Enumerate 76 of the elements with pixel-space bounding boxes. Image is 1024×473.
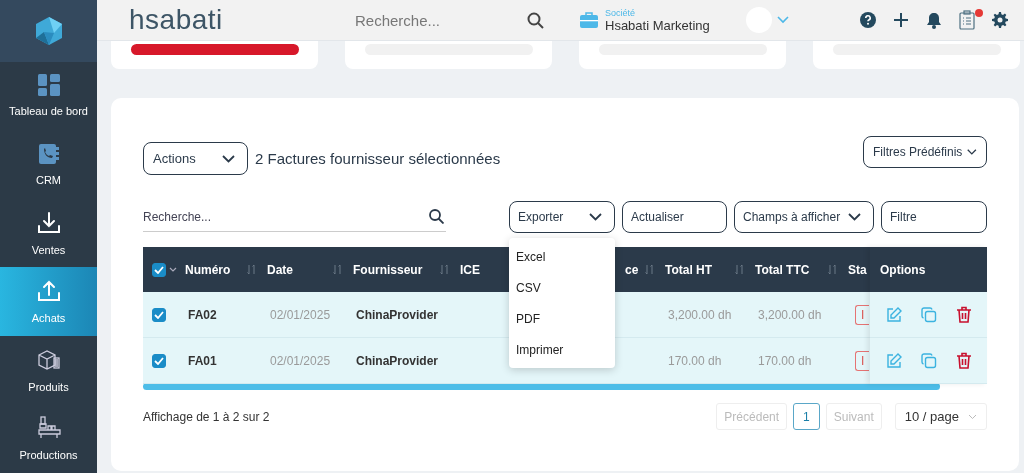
- dropdown-button[interactable]: Champs à afficher: [734, 201, 874, 233]
- actions-dropdown[interactable]: Actions: [143, 142, 248, 175]
- status-badge: I: [855, 304, 870, 325]
- table-cell: 3,200.00 dh: [750, 292, 843, 338]
- toolbar-button[interactable]: Actualiser: [622, 201, 727, 233]
- chevron-down-icon: [968, 413, 977, 420]
- search-icon[interactable]: [527, 11, 544, 29]
- chevron-down-icon: [967, 148, 977, 156]
- edit-icon[interactable]: [886, 352, 902, 369]
- checkbox[interactable]: [152, 353, 166, 368]
- table-cell: ChinaProvider: [348, 338, 455, 384]
- chevron-down-icon[interactable]: [777, 16, 789, 24]
- menu-item[interactable]: Imprimer: [509, 334, 615, 365]
- horizontal-scrollbar[interactable]: [143, 383, 940, 390]
- sidebar-item[interactable]: Tableau de bord: [0, 61, 97, 131]
- plus-icon[interactable]: [893, 12, 909, 28]
- checkbox[interactable]: [152, 307, 166, 322]
- column-header[interactable]: Total TTC: [750, 247, 843, 292]
- briefcase-icon: [580, 12, 598, 28]
- search-field[interactable]: Recherche...: [353, 10, 527, 30]
- toolbar-button[interactable]: Filtre: [881, 201, 987, 233]
- column-header: Options: [870, 247, 987, 292]
- menu-item[interactable]: CSV: [509, 272, 615, 303]
- caret-icon[interactable]: [169, 267, 177, 272]
- column-header[interactable]: Sta: [843, 247, 870, 292]
- company-label: Société: [605, 7, 637, 18]
- search-icon[interactable]: [429, 209, 444, 224]
- clipboard-icon[interactable]: [959, 10, 975, 30]
- copy-icon[interactable]: [921, 352, 937, 369]
- copy-icon[interactable]: [921, 306, 937, 323]
- column-header[interactable]: Date: [262, 247, 348, 292]
- column-header[interactable]: Fournisseur: [348, 247, 455, 292]
- status-badge: I: [855, 350, 870, 371]
- page-button[interactable]: 1: [793, 403, 820, 430]
- download-icon: [36, 210, 61, 235]
- dashboard-icon: [37, 74, 60, 97]
- table-cell: 02/01/2025: [262, 338, 348, 384]
- table-cell: FA02: [180, 292, 262, 338]
- menu-item[interactable]: PDF: [509, 303, 615, 334]
- logo-icon: [35, 16, 62, 45]
- table-cell: 3,200.00 dh: [660, 292, 750, 338]
- delete-icon[interactable]: [956, 306, 972, 323]
- edit-icon[interactable]: [886, 306, 902, 323]
- column-header[interactable]: Numéro: [180, 247, 262, 292]
- table-cell: [620, 292, 660, 338]
- bell-icon[interactable]: [926, 11, 942, 29]
- table-cell: 170.00 dh: [750, 338, 843, 384]
- preset-filters-button[interactable]: Filtres Prédéfinis: [863, 136, 987, 168]
- upload-icon: [36, 279, 61, 304]
- company-name[interactable]: Hsabati Marketing: [605, 17, 710, 33]
- help-icon[interactable]: [860, 12, 876, 28]
- selection-text: 2 Factures fournisseur sélectionnées: [255, 150, 501, 167]
- sidebar-item[interactable]: CRM: [0, 130, 97, 199]
- table-cell: FA01: [180, 338, 262, 384]
- table-cell: [620, 338, 660, 384]
- sidebar-item[interactable]: Ventes: [0, 198, 97, 268]
- app-logo: hsabati: [129, 4, 224, 36]
- chevron-down-icon: [589, 213, 602, 221]
- machine-icon: [36, 416, 61, 441]
- sidebar-item[interactable]: Productions: [0, 404, 97, 473]
- column-header[interactable]: ce: [620, 247, 660, 292]
- chevron-down-icon: [848, 213, 861, 221]
- chevron-down-icon: [222, 154, 235, 163]
- menu-item[interactable]: Excel: [509, 241, 615, 272]
- table-cell: 170.00 dh: [660, 338, 750, 384]
- table-cell: ChinaProvider: [348, 292, 455, 338]
- phone-book-icon: [37, 143, 60, 165]
- settings-icon[interactable]: [992, 12, 1008, 28]
- results-summary: Affichage de 1 à 2 sur 2: [143, 409, 270, 424]
- page-size-select[interactable]: 10 / page: [894, 403, 987, 430]
- sidebar-item[interactable]: Produits: [0, 335, 97, 405]
- column-header[interactable]: Total HT: [660, 247, 750, 292]
- checkbox[interactable]: [152, 262, 166, 277]
- delete-icon[interactable]: [956, 352, 972, 369]
- dropdown-button[interactable]: Exporter: [509, 201, 615, 233]
- table-cell: 02/01/2025: [262, 292, 348, 338]
